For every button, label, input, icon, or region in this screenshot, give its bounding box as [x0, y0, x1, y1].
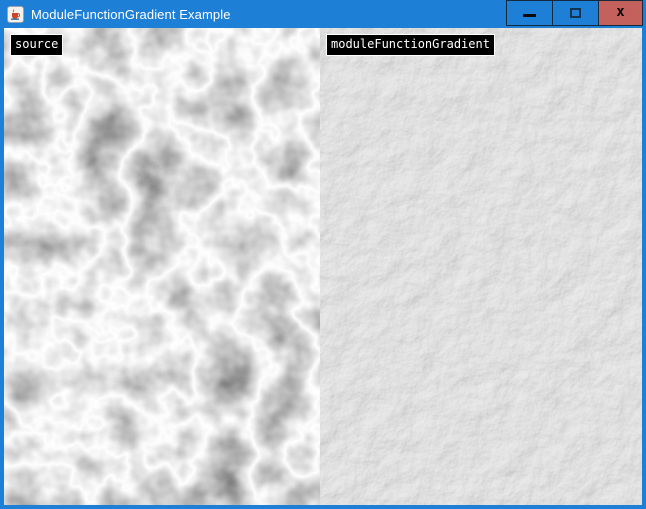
java-coffee-cup-icon[interactable]: [7, 6, 24, 23]
minimize-button[interactable]: [506, 0, 553, 26]
maximize-button[interactable]: [552, 0, 599, 26]
java-coffee-cup-glyph: [9, 8, 22, 21]
close-button[interactable]: x: [598, 0, 643, 26]
minimize-icon: [523, 14, 536, 17]
maximize-icon: [570, 8, 581, 18]
window-title: ModuleFunctionGradient Example: [31, 7, 231, 22]
content-area: source: [4, 28, 642, 505]
close-icon: x: [616, 5, 624, 19]
module-function-gradient-image: [320, 28, 642, 505]
gradient-image-pane: moduleFunctionGradient: [320, 28, 642, 505]
source-label: source: [10, 34, 63, 56]
source-noise-image: [4, 28, 320, 505]
source-image-pane: source: [4, 28, 320, 505]
module-function-gradient-label: moduleFunctionGradient: [326, 34, 495, 56]
window-controls: x: [506, 0, 643, 26]
app-window: ModuleFunctionGradient Example x: [0, 0, 646, 509]
titlebar[interactable]: ModuleFunctionGradient Example x: [0, 0, 646, 28]
